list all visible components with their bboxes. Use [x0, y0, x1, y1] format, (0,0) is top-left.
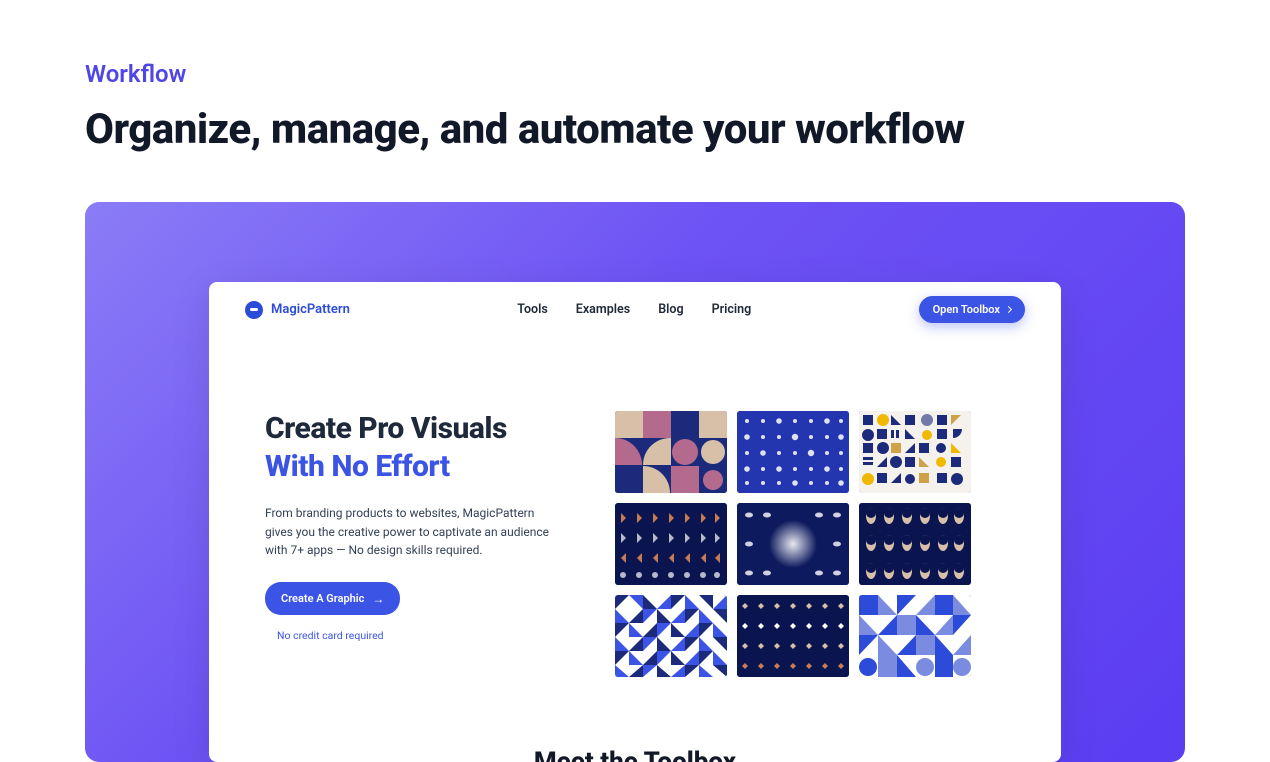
hero-section: Create Pro Visuals With No Effort From b… — [209, 337, 1061, 677]
pattern-tile-7 — [615, 595, 727, 677]
inner-navbar: MagicPattern Tools Examples Blog Pricing… — [209, 282, 1061, 337]
nav-links: Tools Examples Blog Pricing — [517, 302, 751, 317]
hero-title-line-1: Create Pro Visuals — [265, 411, 565, 447]
open-toolbox-label: Open Toolbox — [933, 303, 1000, 316]
nav-link-examples[interactable]: Examples — [576, 302, 630, 317]
logo-icon — [245, 301, 263, 319]
embedded-site: MagicPattern Tools Examples Blog Pricing… — [209, 282, 1061, 762]
pattern-tile-1 — [615, 411, 727, 493]
create-graphic-label: Create A Graphic — [281, 592, 364, 605]
pattern-tile-3 — [859, 411, 971, 493]
showcase-frame: MagicPattern Tools Examples Blog Pricing… — [85, 202, 1185, 762]
hero-copy: Create Pro Visuals With No Effort From b… — [265, 411, 565, 677]
nav-link-tools[interactable]: Tools — [517, 302, 548, 317]
brand[interactable]: MagicPattern — [245, 301, 350, 319]
brand-name: MagicPattern — [271, 302, 350, 317]
nav-link-pricing[interactable]: Pricing — [712, 302, 752, 317]
pattern-tile-2 — [737, 411, 849, 493]
pattern-tile-5 — [737, 503, 849, 585]
chevron-right-icon — [1005, 306, 1012, 313]
pattern-tile-6 — [859, 503, 971, 585]
hero-description: From branding products to websites, Magi… — [265, 504, 565, 560]
arrow-right-icon: → — [372, 593, 384, 605]
open-toolbox-button[interactable]: Open Toolbox — [919, 296, 1025, 323]
hero-title-line-2: With No Effort — [265, 447, 565, 486]
nav-link-blog[interactable]: Blog — [658, 302, 683, 317]
pattern-grid — [615, 411, 1061, 677]
section-heading: Organize, manage, and automate your work… — [85, 106, 1185, 154]
pattern-tile-4 — [615, 503, 727, 585]
pattern-tile-8 — [737, 595, 849, 677]
create-graphic-button[interactable]: Create A Graphic → — [265, 582, 400, 615]
section-eyebrow: Workflow — [85, 60, 1185, 88]
no-credit-card-text: No credit card required — [277, 629, 565, 642]
pattern-tile-9 — [859, 595, 971, 677]
